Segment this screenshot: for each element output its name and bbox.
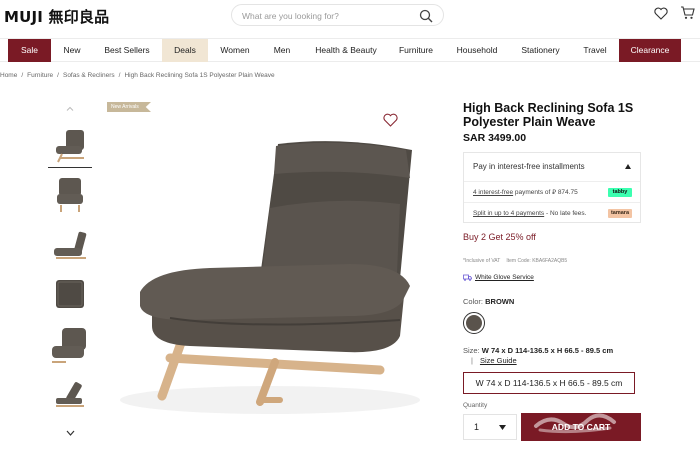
white-glove-service[interactable]: White Glove Service (463, 273, 534, 282)
watermark-logo (534, 413, 616, 434)
breadcrumb-current: High Back Reclining Sofa 1S Polyester Pl… (124, 72, 275, 79)
size-label-text: Size: (463, 346, 480, 355)
promo-offer[interactable]: Buy 2 Get 25% off (463, 232, 536, 242)
tamara-text: - No late fees. (544, 210, 587, 217)
thumbnail-4[interactable] (48, 272, 92, 318)
search-input[interactable] (242, 9, 412, 22)
size-option-selected[interactable]: W 74 x D 114-136.5 x H 66.5 - 89.5 cm (463, 372, 635, 394)
logo-latin: MUJI (4, 8, 44, 26)
chevron-up-icon[interactable] (66, 106, 74, 111)
product-title: High Back Reclining Sofa 1S Polyester Pl… (463, 101, 634, 129)
heart-icon[interactable] (383, 113, 398, 127)
tamara-logo: tamara (608, 209, 632, 218)
installments-panel: Pay in interest-free installments 4 inte… (463, 152, 641, 223)
nav-item-furniture[interactable]: Furniture (390, 39, 442, 62)
caret-up-icon[interactable] (625, 164, 631, 169)
tabby-logo: tabby (608, 188, 632, 197)
installments-heading: Pay in interest-free installments (473, 162, 585, 171)
chair-thumbnail-image (57, 178, 83, 212)
installments-header[interactable]: Pay in interest-free installments (464, 153, 640, 181)
quantity-label: Quantity (463, 402, 488, 409)
nav-item-health-beauty[interactable]: Health & Beauty (307, 39, 385, 62)
chair-thumbnail-image (52, 328, 86, 363)
nav-item-travel[interactable]: Travel (574, 39, 616, 62)
thumbnail-6[interactable] (48, 372, 92, 418)
vat-note: *Inclusive of VAT (463, 258, 501, 264)
search-icon[interactable] (419, 9, 433, 23)
nav-item-clearance[interactable]: Clearance (619, 39, 681, 62)
product-meta: *Inclusive of VAT Item Code: KBA6FA2AQB5 (463, 258, 567, 264)
chevron-down-icon[interactable] (66, 430, 75, 436)
thumbnail-1[interactable] (48, 122, 92, 168)
breadcrumb-home[interactable]: Home (0, 72, 17, 79)
tamara-link[interactable]: Split in up to 4 payments (473, 210, 544, 217)
tabby-amount: 874.75 (557, 189, 578, 196)
nav-item-best-sellers[interactable]: Best Sellers (95, 39, 159, 62)
truck-icon (463, 274, 472, 281)
chair-thumbnail-image (56, 130, 84, 163)
new-arrivals-badge: New Arrivals (107, 102, 151, 112)
thumbnail-2[interactable] (48, 172, 92, 218)
size-value: W 74 x D 114-136.5 x H 66.5 - 89.5 cm (481, 346, 614, 355)
chair-thumbnail-image (56, 382, 84, 407)
nav-item-stationery[interactable]: Stationery (513, 39, 568, 62)
muji-logo[interactable]: MUJI 無印良品 (4, 6, 109, 27)
size-guide: | Size Guide (471, 356, 517, 365)
nav-item-sale[interactable]: Sale (8, 39, 51, 62)
color-label-text: Color: (463, 297, 484, 306)
color-value: BROWN (485, 297, 515, 306)
white-glove-link[interactable]: White Glove Service (475, 274, 534, 281)
cart-icon[interactable] (680, 5, 695, 20)
product-main-image[interactable] (100, 100, 435, 440)
tamara-row[interactable]: Split in up to 4 payments - No late fees… (464, 202, 640, 223)
size-guide-separator: | (471, 356, 473, 365)
chair-thumbnail-image (56, 280, 84, 308)
nav-item-new[interactable]: New (52, 39, 92, 62)
thumbnail-5[interactable] (48, 322, 92, 368)
tabby-text: payments of (513, 189, 553, 196)
breadcrumb-sofas[interactable]: Sofas & Recliners (63, 72, 115, 79)
quantity-value: 1 (474, 422, 480, 432)
item-code: Item Code: KBA6FA2AQB5 (506, 258, 568, 264)
nav-item-household[interactable]: Household (449, 39, 505, 62)
site-header: MUJI 無印良品 (0, 0, 700, 36)
color-swatch-brown[interactable] (463, 312, 485, 334)
search-box[interactable] (231, 4, 444, 26)
thumbnail-3[interactable] (48, 222, 92, 268)
quantity-select[interactable]: 1 (463, 414, 517, 440)
swatch-fill (466, 315, 482, 331)
tabby-row[interactable]: 4 interest-free payments of ⃁ 874.75 tab… (464, 181, 640, 202)
product-price: SAR 3499.00 (463, 132, 527, 144)
nav-item-men[interactable]: Men (262, 39, 302, 62)
color-label: Color: BROWN (463, 297, 514, 306)
tabby-link[interactable]: 4 interest-free (473, 189, 513, 196)
chair-thumbnail-image (54, 231, 87, 259)
wishlist-heart-icon[interactable] (654, 7, 668, 20)
main-nav: Sale New Best Sellers Deals Women Men He… (0, 38, 700, 62)
breadcrumb: Home / Furniture / Sofas & Recliners / High Ba… (0, 72, 275, 79)
size-guide-link[interactable]: Size Guide (480, 356, 517, 365)
caret-down-icon (499, 425, 506, 430)
nav-item-women[interactable]: Women (211, 39, 259, 62)
size-label: Size: W 74 x D 114-136.5 x H 66.5 - 89.5… (463, 346, 613, 355)
nav-item-deals[interactable]: Deals (162, 39, 208, 62)
breadcrumb-furniture[interactable]: Furniture (27, 72, 53, 79)
logo-cjk: 無印良品 (48, 8, 110, 26)
